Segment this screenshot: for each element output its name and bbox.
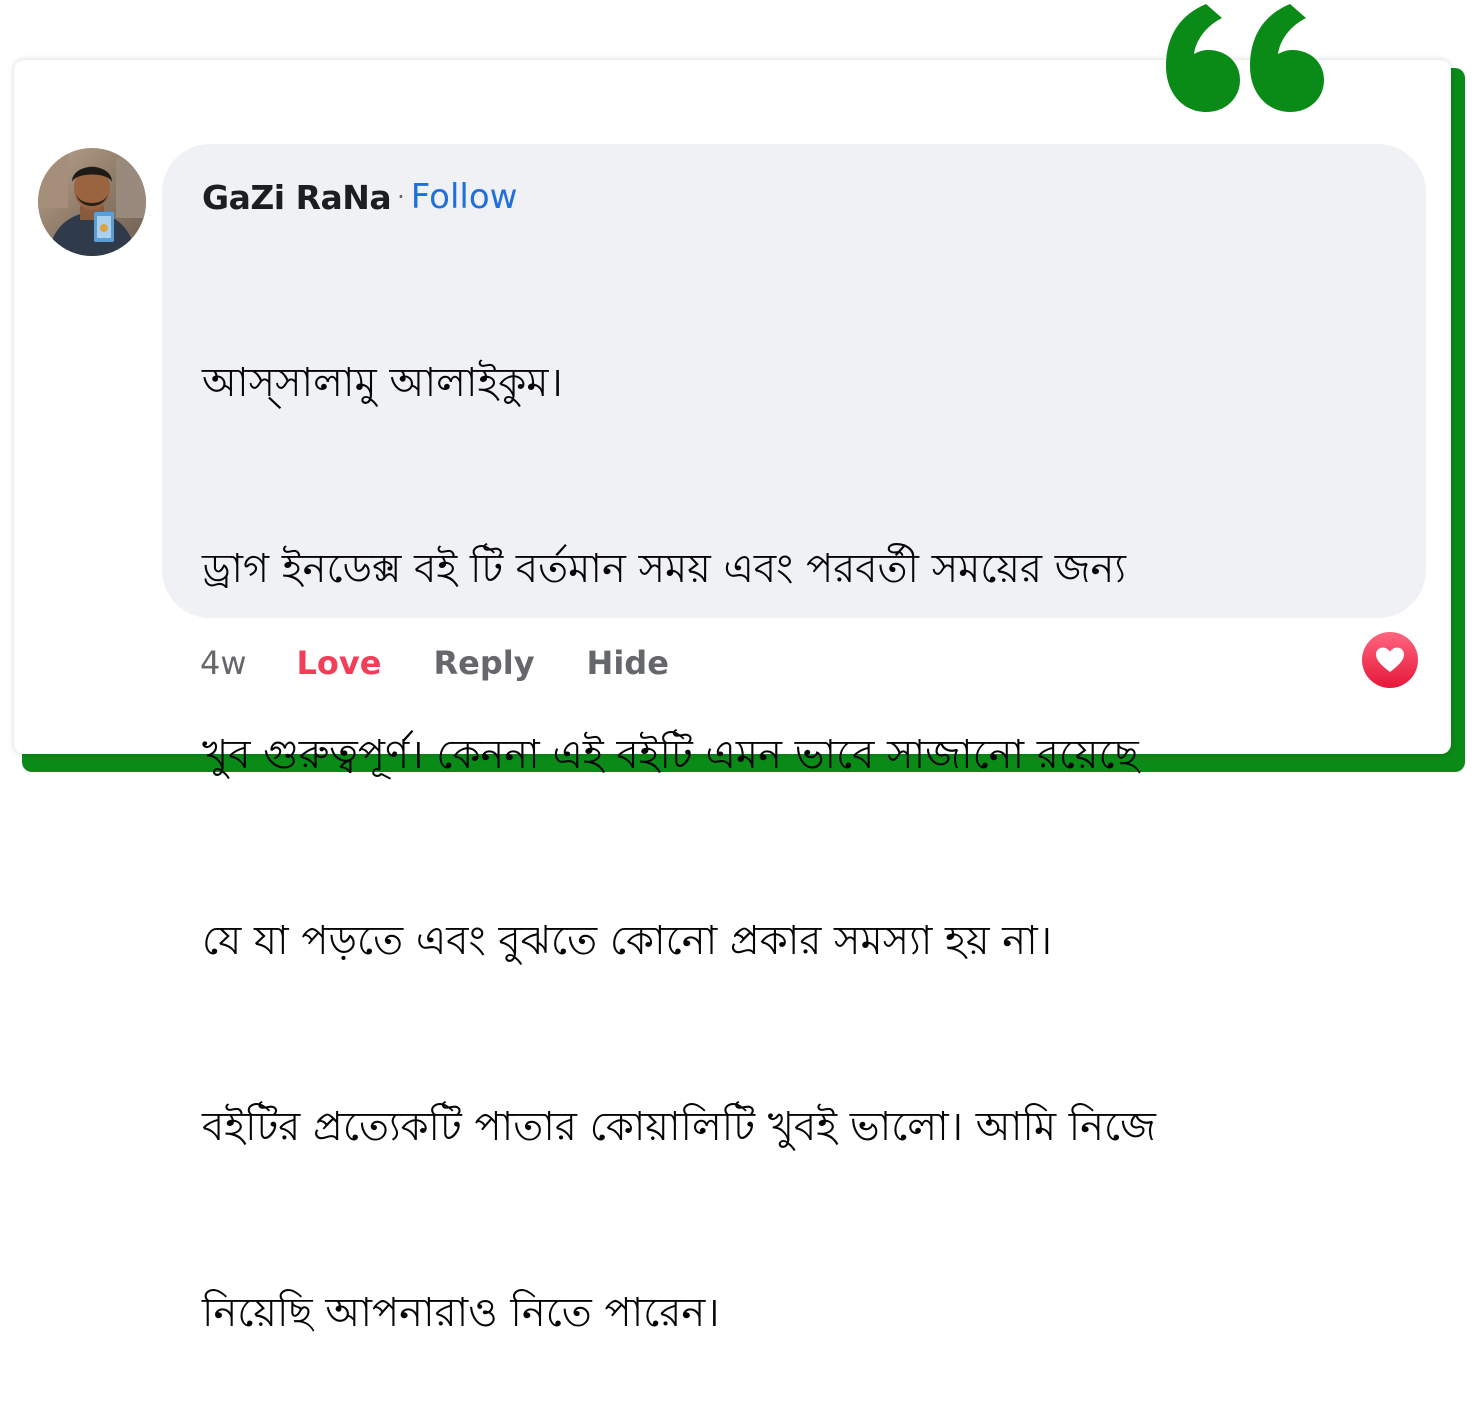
follow-button[interactable]: Follow <box>411 177 518 217</box>
reply-button[interactable]: Reply <box>433 644 534 682</box>
comment-line: বইটির প্রত্যেকটি পাতার কোয়ালিটি খুবই ভা… <box>202 1104 1156 1150</box>
love-button[interactable]: Love <box>297 644 382 682</box>
comment-line: খুব গুরুত্বপূর্ণ। কেননা এই বইটি এমন ভাবে… <box>202 732 1139 778</box>
comment-header: GaZi RaNa · Follow <box>202 172 517 222</box>
heart-reaction-icon[interactable] <box>1362 632 1418 688</box>
timestamp[interactable]: 4w <box>200 644 247 682</box>
avatar-photo <box>38 148 146 256</box>
comment-text: আস্‌সালামু আলাইকুম। ড্রাগ ইনডেক্স বই টি … <box>202 228 1392 1406</box>
comment-line: ড্রাগ ইনডেক্স বই টি বর্তমান সময় এবং পরব… <box>202 546 1126 592</box>
hide-button[interactable]: Hide <box>587 644 669 682</box>
separator-dot: · <box>397 183 405 211</box>
quote-mark-icon <box>1166 4 1324 112</box>
comment-line: যে যা পড়তে এবং বুঝতে কোনো প্রকার সমস্যা… <box>202 918 1053 964</box>
avatar[interactable] <box>38 148 146 256</box>
comment-line: আস্‌সালামু আলাইকুম। <box>202 360 563 406</box>
comment-actions: 4w Love Reply Hide <box>200 638 669 688</box>
heart-icon <box>1376 647 1404 672</box>
author-name[interactable]: GaZi RaNa <box>202 178 392 217</box>
comment-line: নিয়েছি আপনারাও নিতে পারেন। <box>202 1290 720 1336</box>
